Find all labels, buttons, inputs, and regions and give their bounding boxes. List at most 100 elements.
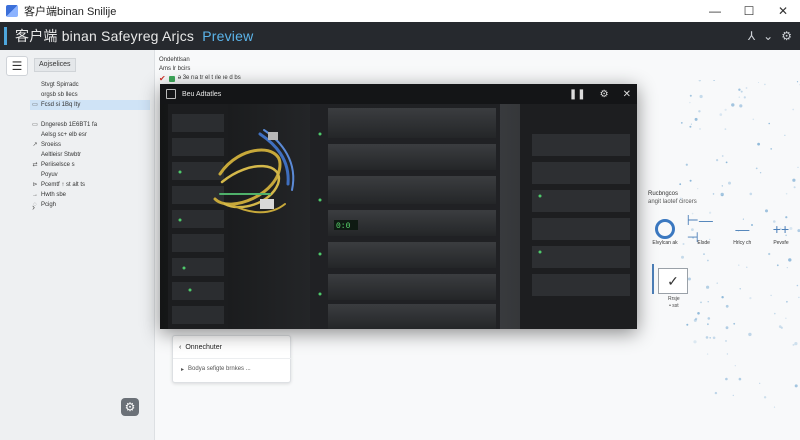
divider: [173, 358, 292, 359]
back-sub-item[interactable]: ▸ Bodya sefigte brnkes ...: [181, 366, 251, 373]
decorative-dot: [724, 108, 727, 111]
decorative-dot: [794, 384, 798, 388]
minimize-button[interactable]: —: [698, 0, 732, 22]
right-panel: Rucbngcos angit laotef circers Elvylcan …: [648, 190, 798, 370]
decorative-dot: [689, 101, 691, 104]
app-title: 客户端 binan Safeyreg Arjcs Preview: [15, 26, 253, 46]
sidebar-item-label: Stvgt Spirradc: [41, 82, 79, 88]
menu-icon[interactable]: ☰: [6, 56, 28, 76]
range-icon: ⊢—⊣: [686, 212, 713, 245]
sidebar-item[interactable]: ◌ Pcigh: [30, 200, 150, 210]
main-head-row: ✔ ǝ 3e rıa tr el t ıle ıe d bs: [159, 74, 241, 83]
image-icon: [166, 89, 176, 99]
gear-icon[interactable]: ⚙: [600, 89, 609, 100]
sidebar-nav: Stvgt Spirradc orgsb sb llecs ▭ Fcsd si 1Bq…: [30, 80, 150, 210]
sidebar-item[interactable]: Poyuv: [30, 170, 150, 180]
header-accent-bar: [4, 27, 7, 45]
decorative-dot: [797, 166, 799, 168]
decorative-dot: [773, 406, 776, 408]
sidebar-item-label: Sroeiss: [41, 142, 62, 148]
user-icon[interactable]: ⅄: [748, 29, 755, 43]
window-titlebar: 客户端binan Snilije — ☐ ✕: [0, 0, 800, 22]
bullet-icon: ▸: [181, 367, 185, 373]
sidebar-item[interactable]: ▭ Fcsd si 1Bq Ity: [30, 100, 150, 110]
sidebar-item[interactable]: Aelsg sc+ elb esr: [30, 130, 150, 140]
decorative-dot: [685, 163, 688, 166]
sidebar-item-label: Poyuv: [41, 172, 58, 178]
decorative-dot: [689, 125, 692, 128]
sidebar-item[interactable]: Stvgt Spirradc: [30, 80, 150, 90]
decorative-dot: [679, 183, 682, 186]
close-window-button[interactable]: ✕: [766, 0, 800, 22]
tool-slide[interactable]: ⊢—⊣ Elsde: [686, 212, 721, 246]
sidebar-item-label: Aeltleisr Stwbtr: [41, 152, 82, 158]
decorative-dot: [739, 104, 743, 108]
sidebar-item[interactable]: → Hwth sbe: [30, 190, 150, 200]
sidebar-item-label: Pcemtf ↑ st alt ts: [41, 182, 86, 188]
maximize-button[interactable]: ☐: [732, 0, 766, 22]
decorative-dot: [732, 394, 734, 397]
main-head-row-text: ǝ 3e rıa tr el t ıle ıe d bs: [177, 75, 241, 81]
decorative-dot: [738, 88, 741, 91]
decorative-dot: [770, 148, 773, 150]
preview-titlebar: Beu Adtatles ❚❚ ⚙ ✕: [160, 84, 637, 104]
sidebar-item[interactable]: [30, 110, 150, 120]
back-button[interactable]: ‹ Onnechuter: [179, 344, 222, 351]
sidebar-tab[interactable]: Aojselices: [34, 58, 76, 72]
header-actions: ⅄ ⌄ ⚙: [748, 22, 792, 50]
decorative-dot: [719, 113, 723, 116]
chevron-left-icon: ‹: [179, 344, 182, 351]
app-title-main: 客户端 binan Safeyreg Arjcs: [15, 28, 195, 44]
sidebar-item-label: orgsb sb llecs: [41, 92, 78, 98]
decorative-dot: [768, 122, 770, 125]
decorative-dot: [725, 161, 728, 164]
decorative-dot: [796, 81, 799, 83]
sidebar-item[interactable]: ⇄ Periiselsce s: [30, 160, 150, 170]
status-green-icon: [168, 75, 175, 82]
tool-line[interactable]: — Hrlcy ch: [725, 218, 759, 246]
decorative-dot: [738, 96, 741, 98]
decorative-dot: [694, 117, 698, 121]
decorative-dot: [714, 391, 718, 395]
pause-icon[interactable]: ❚❚: [569, 89, 586, 100]
sidebar: ☰ Aojselices Stvgt Spirradc orgsb sb llec…: [0, 50, 155, 440]
chevron-down-icon[interactable]: ⌄: [763, 29, 773, 43]
decorative-dot: [699, 128, 701, 130]
decorative-dot: [792, 108, 795, 111]
back-card: ‹ Onnechuter ▸ Bodya sefigte brnkes ...: [172, 335, 292, 383]
sidebar-item[interactable]: ▭ Dngeresb 1E6BT1 fa: [30, 120, 150, 130]
decorative-dot: [716, 159, 719, 162]
decorative-dot: [759, 172, 762, 174]
svg-text:0:0: 0:0: [336, 222, 351, 231]
decorative-dot: [759, 382, 761, 384]
right-panel-subtitle: angit laotef circers: [648, 199, 697, 205]
back-sub-label: Bodya sefigte brnkes ...: [188, 366, 251, 372]
sidebar-item-label: Periiselsce s: [41, 162, 75, 168]
decorative-dot: [755, 167, 758, 170]
decorative-dot: [689, 94, 692, 97]
decorative-dot: [743, 96, 746, 99]
close-icon[interactable]: ✕: [623, 89, 631, 100]
tool-ellipse[interactable]: Elvylcan ak: [648, 218, 682, 246]
tool-row: Elvylcan ak ⊢—⊣ Elsde — Hrlcy ch ++ Pevs…: [648, 212, 798, 246]
sidebar-item[interactable]: orgsb sb llecs: [30, 90, 150, 100]
gear-icon[interactable]: ⚙: [781, 29, 792, 43]
decorative-dot: [758, 82, 759, 83]
settings-gear-button[interactable]: ⚙: [121, 398, 139, 416]
server-rack-photo: 0:0: [160, 104, 637, 329]
decorative-dot: [784, 134, 786, 136]
confirm-check-button[interactable]: ✓: [658, 268, 688, 294]
sidebar-item-label: Aelsg sc+ elb esr: [41, 132, 87, 138]
sidebar-item[interactable]: Aeltleisr Stwbtr: [30, 150, 150, 160]
sidebar-item-icon: ▭: [32, 122, 38, 128]
tool-label: Pevsfe: [773, 240, 789, 246]
sidebar-item[interactable]: ↗ Sroeiss: [30, 140, 150, 150]
tool-label: Hrlcy ch: [733, 240, 752, 246]
app-logo-icon: [6, 5, 18, 17]
chevron-right-icon[interactable]: ›: [32, 202, 35, 212]
check-red-icon: ✔: [159, 74, 166, 83]
app-title-accent: Preview: [202, 28, 254, 44]
sidebar-item[interactable]: ⊳ Pcemtf ↑ st alt ts: [30, 180, 150, 190]
tool-plus[interactable]: ++ Pevsfe: [764, 218, 798, 246]
sidebar-item-icon: →: [32, 192, 38, 198]
